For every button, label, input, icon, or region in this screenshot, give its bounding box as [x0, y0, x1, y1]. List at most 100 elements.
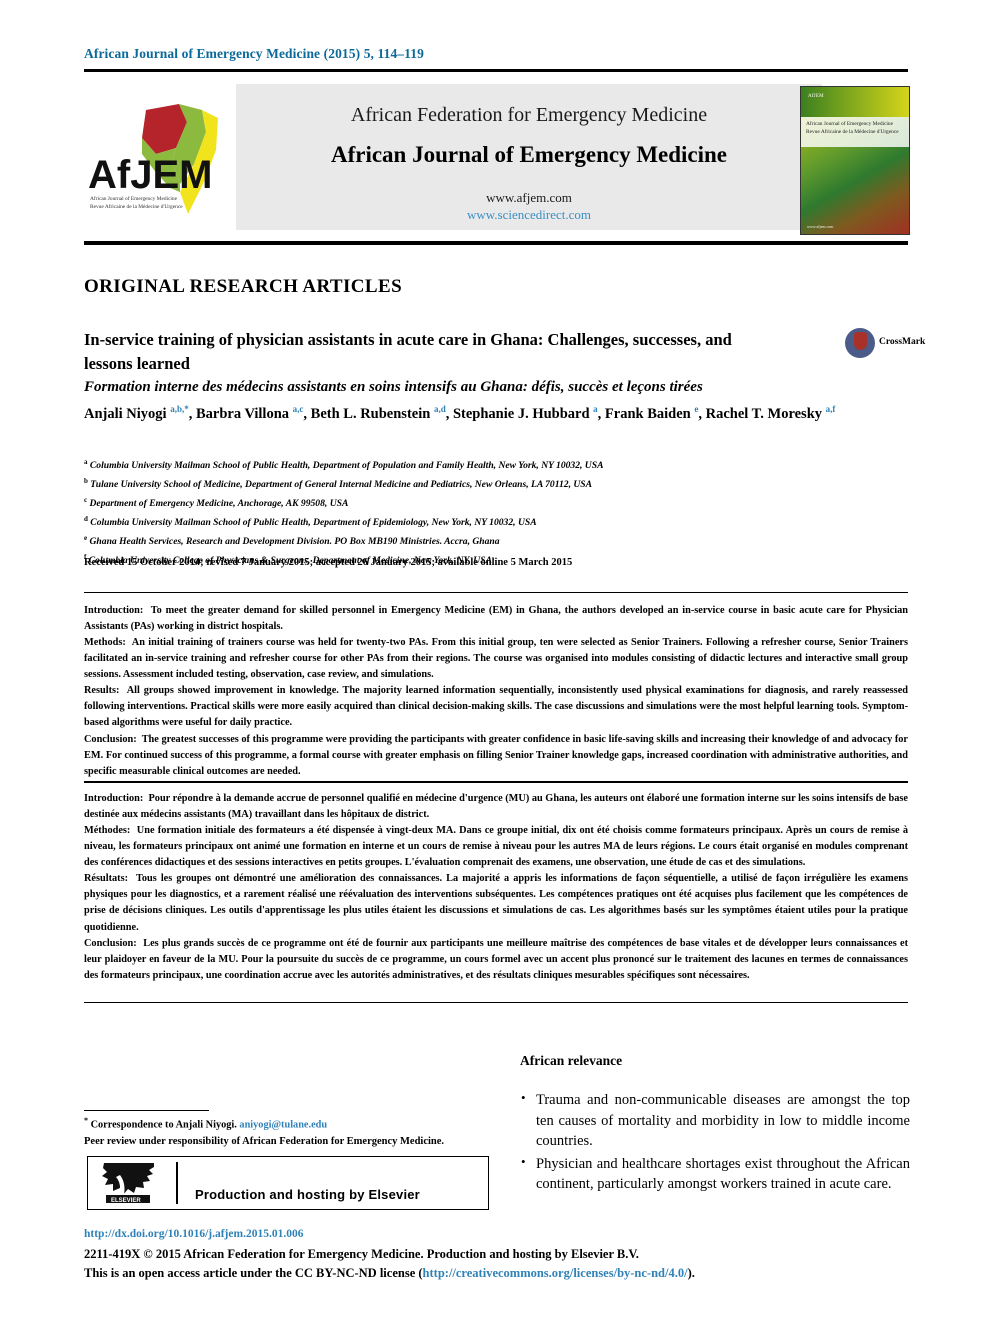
affiliation-text: Ghana Health Services, Research and Deve…: [87, 536, 500, 548]
footnote-rule: [84, 1110, 209, 1111]
abstract-en-results-text: All groups showed improvement in knowled…: [84, 685, 908, 729]
afjem-logo: AfJEM African Journal of Emergency Medic…: [84, 92, 236, 232]
author-affiliation-mark: a,b,*: [170, 404, 189, 414]
crossmark-badge[interactable]: CrossMark: [845, 328, 925, 362]
author-affiliation-mark: a,d: [433, 404, 446, 414]
correspondence-mark: *: [84, 1116, 88, 1125]
abstract-fr-methods: Méthodes: Une formation initiale des form…: [84, 823, 908, 871]
elsevier-wordmark: ELSEVIER: [111, 1198, 141, 1204]
journal-cover-thumbnail: AfJEM African Journal of Emergency Medic…: [800, 86, 910, 235]
peer-review-note: Peer review under responsibility of Afri…: [84, 1136, 445, 1147]
license-line: This is an open access article under the…: [84, 1264, 908, 1283]
affiliation-item: a Columbia University Mailman School of …: [84, 456, 904, 475]
abstract-fr-methods-text: Une formation initiale des formateurs a …: [84, 825, 908, 869]
elsevier-hosting-label: Production and hosting by Elsevier: [195, 1187, 420, 1202]
author-name: Frank Baiden: [604, 405, 695, 422]
abstract-fr-results-text: Tous les groupes ont démontré une amélio…: [84, 873, 908, 933]
journal-url[interactable]: www.afjem.com: [236, 190, 822, 206]
author-name: Beth L. Rubenstein: [310, 405, 434, 422]
section-heading: ORIGINAL RESEARCH ARTICLES: [84, 276, 403, 297]
masthead-rule-bottom: [84, 241, 908, 245]
abstract-english: Introduction: To meet the greater demand …: [84, 603, 908, 780]
journal-name: African Journal of Emergency Medicine: [330, 142, 728, 167]
elsevier-hosting-box: ELSEVIER Production and hosting by Elsev…: [87, 1156, 489, 1210]
author-list: Anjali Niyogi a,b,*, Barbra Villona a,c,…: [84, 403, 904, 426]
elsevier-logo-icon: ELSEVIER: [100, 1161, 158, 1205]
abstract-fr-introduction-label: Introduction:: [84, 793, 144, 804]
abstract-en-methods: Methods: An initial training of trainers …: [84, 635, 908, 683]
affiliation-text: Columbia University Mailman School of Pu…: [87, 517, 537, 529]
cover-title-line1: African Journal of Emergency Medicine: [806, 121, 894, 127]
abstract-en-introduction: Introduction: To meet the greater demand …: [84, 603, 908, 635]
affiliation-item: d Columbia University Mailman School of …: [84, 513, 904, 532]
abstract-fr-results-label: Résultats:: [84, 873, 129, 885]
abstract-rule-middle: [84, 781, 908, 783]
copyright-block: 2211-419X © 2015 African Federation for …: [84, 1245, 908, 1283]
author-name: Barbra Villona: [195, 405, 293, 422]
african-relevance-list: Trauma and non-communicable diseases are…: [520, 1089, 910, 1197]
elsevier-box-divider: [176, 1162, 178, 1204]
masthead-center-panel: African Federation for Emergency Medicin…: [236, 84, 822, 230]
abstract-french: Introduction: Pour répondre à la demande …: [84, 791, 908, 984]
affiliation-item: e Ghana Health Services, Research and De…: [84, 532, 904, 551]
abstract-fr-introduction-text: Pour répondre à la demande accrue de per…: [84, 793, 908, 821]
article-title: In-service training of physician assista…: [84, 330, 732, 373]
author-name: Rachel T. Moresky: [705, 405, 826, 422]
author-separator: ,: [188, 405, 196, 422]
african-relevance-bullet: Physician and healthcare shortages exist…: [520, 1153, 910, 1195]
footer-rule: [84, 1223, 908, 1224]
abstract-fr-results: Résultats: Tous les groupes ont démontré …: [84, 871, 908, 935]
abstract-en-methods-text: An initial training of trainers course w…: [84, 637, 908, 681]
abstract-fr-conclusion-text: Les plus grands succès de ce programme o…: [84, 937, 908, 981]
abstract-en-conclusion-text: The greatest successes of this programme…: [84, 733, 908, 777]
received-dates: Received 15 October 2014; revised 7 Janu…: [84, 557, 573, 568]
abstract-en-conclusion: Conclusion: The greatest successes of thi…: [84, 732, 908, 780]
crossmark-shield-icon: [854, 332, 867, 350]
header-rule-top: [84, 69, 908, 72]
african-relevance-heading: African relevance: [520, 1053, 623, 1068]
copyright-line: 2211-419X © 2015 African Federation for …: [84, 1247, 639, 1261]
journal-article-first-page: African Journal of Emergency Medicine (2…: [0, 0, 992, 1323]
author-separator: ,: [445, 405, 453, 422]
affiliation-text: Department of Emergency Medicine, Anchor…: [87, 498, 349, 510]
license-suffix: ).: [687, 1266, 695, 1280]
cover-top-band: [801, 87, 909, 117]
abstract-rule-top: [84, 592, 908, 593]
affiliation-item: c Department of Emergency Medicine, Anch…: [84, 494, 904, 513]
svg-text:African Journal of Emergency M: African Journal of Emergency Medicine: [90, 195, 178, 202]
abstract-en-methods-label: Methods:: [84, 637, 126, 649]
svg-text:Revue Africaine de la Médecine: Revue Africaine de la Médecine d'Urgence: [90, 203, 183, 210]
cover-title: African Journal of Emergency Medicine Re…: [806, 120, 904, 137]
abstract-en-introduction-label: Introduction:: [84, 605, 144, 616]
federation-name: African Federation for Emergency Medicin…: [350, 104, 708, 126]
cover-url: www.afjem.com: [807, 224, 834, 229]
correspondence-text: Correspondence to Anjali Niyogi.: [90, 1119, 237, 1131]
affiliation-item: b Tulane University School of Medicine, …: [84, 475, 904, 494]
abstract-fr-conclusion-label: Conclusion:: [84, 937, 137, 949]
sciencedirect-url[interactable]: www.sciencedirect.com: [236, 207, 822, 223]
correspondence-email[interactable]: aniyogi@tulane.edu: [239, 1119, 327, 1130]
crossmark-label: CrossMark: [879, 337, 926, 347]
author-separator: ,: [303, 405, 311, 422]
affiliation-text: Columbia University Mailman School of Pu…: [87, 460, 604, 472]
abstract-en-introduction-text: To meet the greater demand for skilled p…: [84, 605, 908, 633]
abstract-fr-introduction: Introduction: Pour répondre à la demande …: [84, 791, 908, 823]
author-affiliation-mark: a,c: [292, 404, 304, 414]
license-url[interactable]: http://creativecommons.org/licenses/by-n…: [423, 1266, 688, 1280]
affiliation-text: Tulane University School of Medicine, De…: [87, 479, 593, 491]
author-separator: ,: [597, 405, 605, 422]
abstract-fr-methods-label: Méthodes:: [84, 825, 131, 837]
license-prefix: This is an open access article under the…: [84, 1266, 423, 1280]
author-name: Stephanie J. Hubbard: [452, 405, 594, 422]
doi-link[interactable]: http://dx.doi.org/10.1016/j.afjem.2015.0…: [84, 1228, 303, 1240]
abstract-rule-bottom: [84, 1002, 908, 1003]
masthead: AfJEM African Journal of Emergency Medic…: [84, 84, 910, 239]
abstract-en-results-label: Results:: [84, 685, 120, 697]
author-separator: ,: [698, 405, 706, 422]
cover-title-line2: Revue Africaine de la Médecine d'Urgence: [806, 129, 899, 136]
author-name: Anjali Niyogi: [84, 405, 171, 422]
correspondence-note: * Correspondence to Anjali Niyogi. aniyo…: [84, 1115, 504, 1134]
abstract-en-conclusion-label: Conclusion:: [84, 733, 137, 745]
abstract-en-results: Results: All groups showed improvement in…: [84, 683, 908, 731]
running-head: African Journal of Emergency Medicine (2…: [84, 46, 424, 61]
